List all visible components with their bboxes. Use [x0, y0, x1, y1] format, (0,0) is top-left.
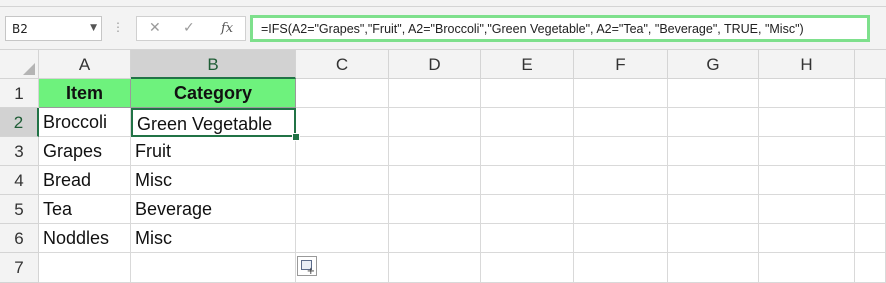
cell-a3[interactable]: Grapes	[39, 137, 131, 166]
cell-a7[interactable]	[39, 253, 131, 283]
cell-c1[interactable]	[296, 79, 389, 108]
name-box[interactable]: B2 ▼	[5, 16, 102, 41]
cell-a6[interactable]: Noddles	[39, 224, 131, 253]
row-header-3[interactable]: 3	[0, 137, 39, 166]
cell-g1[interactable]	[668, 79, 759, 108]
cell-f6[interactable]	[574, 224, 668, 253]
cell-g7[interactable]	[668, 253, 759, 283]
cell-h7[interactable]	[759, 253, 855, 283]
ribbon-group-labels	[0, 0, 886, 7]
fill-handle[interactable]	[292, 133, 300, 141]
cell-e7[interactable]	[481, 253, 574, 283]
name-box-value: B2	[12, 22, 28, 36]
cell-g3[interactable]	[668, 137, 759, 166]
cell-c5[interactable]	[296, 195, 389, 224]
cell-d2[interactable]	[389, 108, 481, 137]
cell-d4[interactable]	[389, 166, 481, 195]
cell-b6[interactable]: Misc	[131, 224, 296, 253]
cell-d3[interactable]	[389, 137, 481, 166]
cell-c3[interactable]	[296, 137, 389, 166]
cell-h2[interactable]	[759, 108, 855, 137]
cell-i5[interactable]	[855, 195, 886, 224]
select-all-button[interactable]	[0, 50, 39, 79]
cell-g4[interactable]	[668, 166, 759, 195]
cell-f2[interactable]	[574, 108, 668, 137]
insert-function-icon[interactable]: fx	[221, 21, 233, 36]
cell-b3[interactable]: Fruit	[131, 137, 296, 166]
cell-g5[interactable]	[668, 195, 759, 224]
column-header-g[interactable]: G	[668, 50, 759, 79]
column-header-h[interactable]: H	[759, 50, 855, 79]
cell-e3[interactable]	[481, 137, 574, 166]
quick-analysis-icon[interactable]: +	[297, 256, 317, 277]
cell-i1[interactable]	[855, 79, 886, 108]
checkmark-icon[interactable]: ✓	[183, 20, 195, 36]
cell-b4[interactable]: Misc	[131, 166, 296, 195]
cell-a5[interactable]: Tea	[39, 195, 131, 224]
column-header-b[interactable]: B	[131, 50, 296, 79]
cell-b1[interactable]: Category	[131, 79, 296, 108]
cell-i6[interactable]	[855, 224, 886, 253]
cell-g6[interactable]	[668, 224, 759, 253]
close-icon[interactable]: ✕	[149, 20, 161, 36]
row-header-5[interactable]: 5	[0, 195, 39, 224]
cell-f3[interactable]	[574, 137, 668, 166]
cell-a2[interactable]: Broccoli	[39, 108, 131, 137]
column-header-f[interactable]: F	[574, 50, 668, 79]
cell-d6[interactable]	[389, 224, 481, 253]
cell-b5[interactable]: Beverage	[131, 195, 296, 224]
cell-h6[interactable]	[759, 224, 855, 253]
cell-i3[interactable]	[855, 137, 886, 166]
cell-h3[interactable]	[759, 137, 855, 166]
cell-d5[interactable]	[389, 195, 481, 224]
formula-bar: B2 ▼ ⋮ ✕ ✓ fx =IFS(A2="Grapes","Fruit", …	[0, 7, 886, 50]
cell-c4[interactable]	[296, 166, 389, 195]
formula-text: =IFS(A2="Grapes","Fruit", A2="Broccoli",…	[261, 22, 804, 36]
resize-handle-icon[interactable]: ⋮	[112, 20, 124, 34]
cell-h5[interactable]	[759, 195, 855, 224]
cell-h4[interactable]	[759, 166, 855, 195]
row-header-7[interactable]: 7	[0, 253, 39, 283]
row-header-4[interactable]: 4	[0, 166, 39, 195]
cell-e1[interactable]	[481, 79, 574, 108]
column-header-e[interactable]: E	[481, 50, 574, 79]
cell-f4[interactable]	[574, 166, 668, 195]
cell-e2[interactable]	[481, 108, 574, 137]
cell-d1[interactable]	[389, 79, 481, 108]
column-header-d[interactable]: D	[389, 50, 481, 79]
cell-a4[interactable]: Bread	[39, 166, 131, 195]
cell-i4[interactable]	[855, 166, 886, 195]
column-header-a[interactable]: A	[39, 50, 131, 79]
cell-f1[interactable]	[574, 79, 668, 108]
cell-e5[interactable]	[481, 195, 574, 224]
cell-f7[interactable]	[574, 253, 668, 283]
cell-h1[interactable]	[759, 79, 855, 108]
chevron-down-icon[interactable]: ▼	[90, 23, 97, 33]
formula-input[interactable]: =IFS(A2="Grapes","Fruit", A2="Broccoli",…	[250, 15, 870, 42]
row-header-6[interactable]: 6	[0, 224, 39, 253]
cell-i2[interactable]	[855, 108, 886, 137]
row-header-1[interactable]: 1	[0, 79, 39, 108]
cell-i7[interactable]	[855, 253, 886, 283]
cell-c6[interactable]	[296, 224, 389, 253]
formula-buttons: ✕ ✓ fx	[136, 16, 246, 41]
cell-a1[interactable]: Item	[39, 79, 131, 108]
column-header-next[interactable]	[855, 50, 886, 79]
column-header-c[interactable]: C	[296, 50, 389, 79]
cell-e4[interactable]	[481, 166, 574, 195]
cell-f5[interactable]	[574, 195, 668, 224]
row-header-2[interactable]: 2	[0, 108, 39, 137]
cell-d7[interactable]	[389, 253, 481, 283]
cell-g2[interactable]	[668, 108, 759, 137]
cell-c2[interactable]	[296, 108, 389, 137]
cell-b2[interactable]: Green Vegetable	[131, 108, 296, 137]
cell-b7[interactable]	[131, 253, 296, 283]
cell-e6[interactable]	[481, 224, 574, 253]
